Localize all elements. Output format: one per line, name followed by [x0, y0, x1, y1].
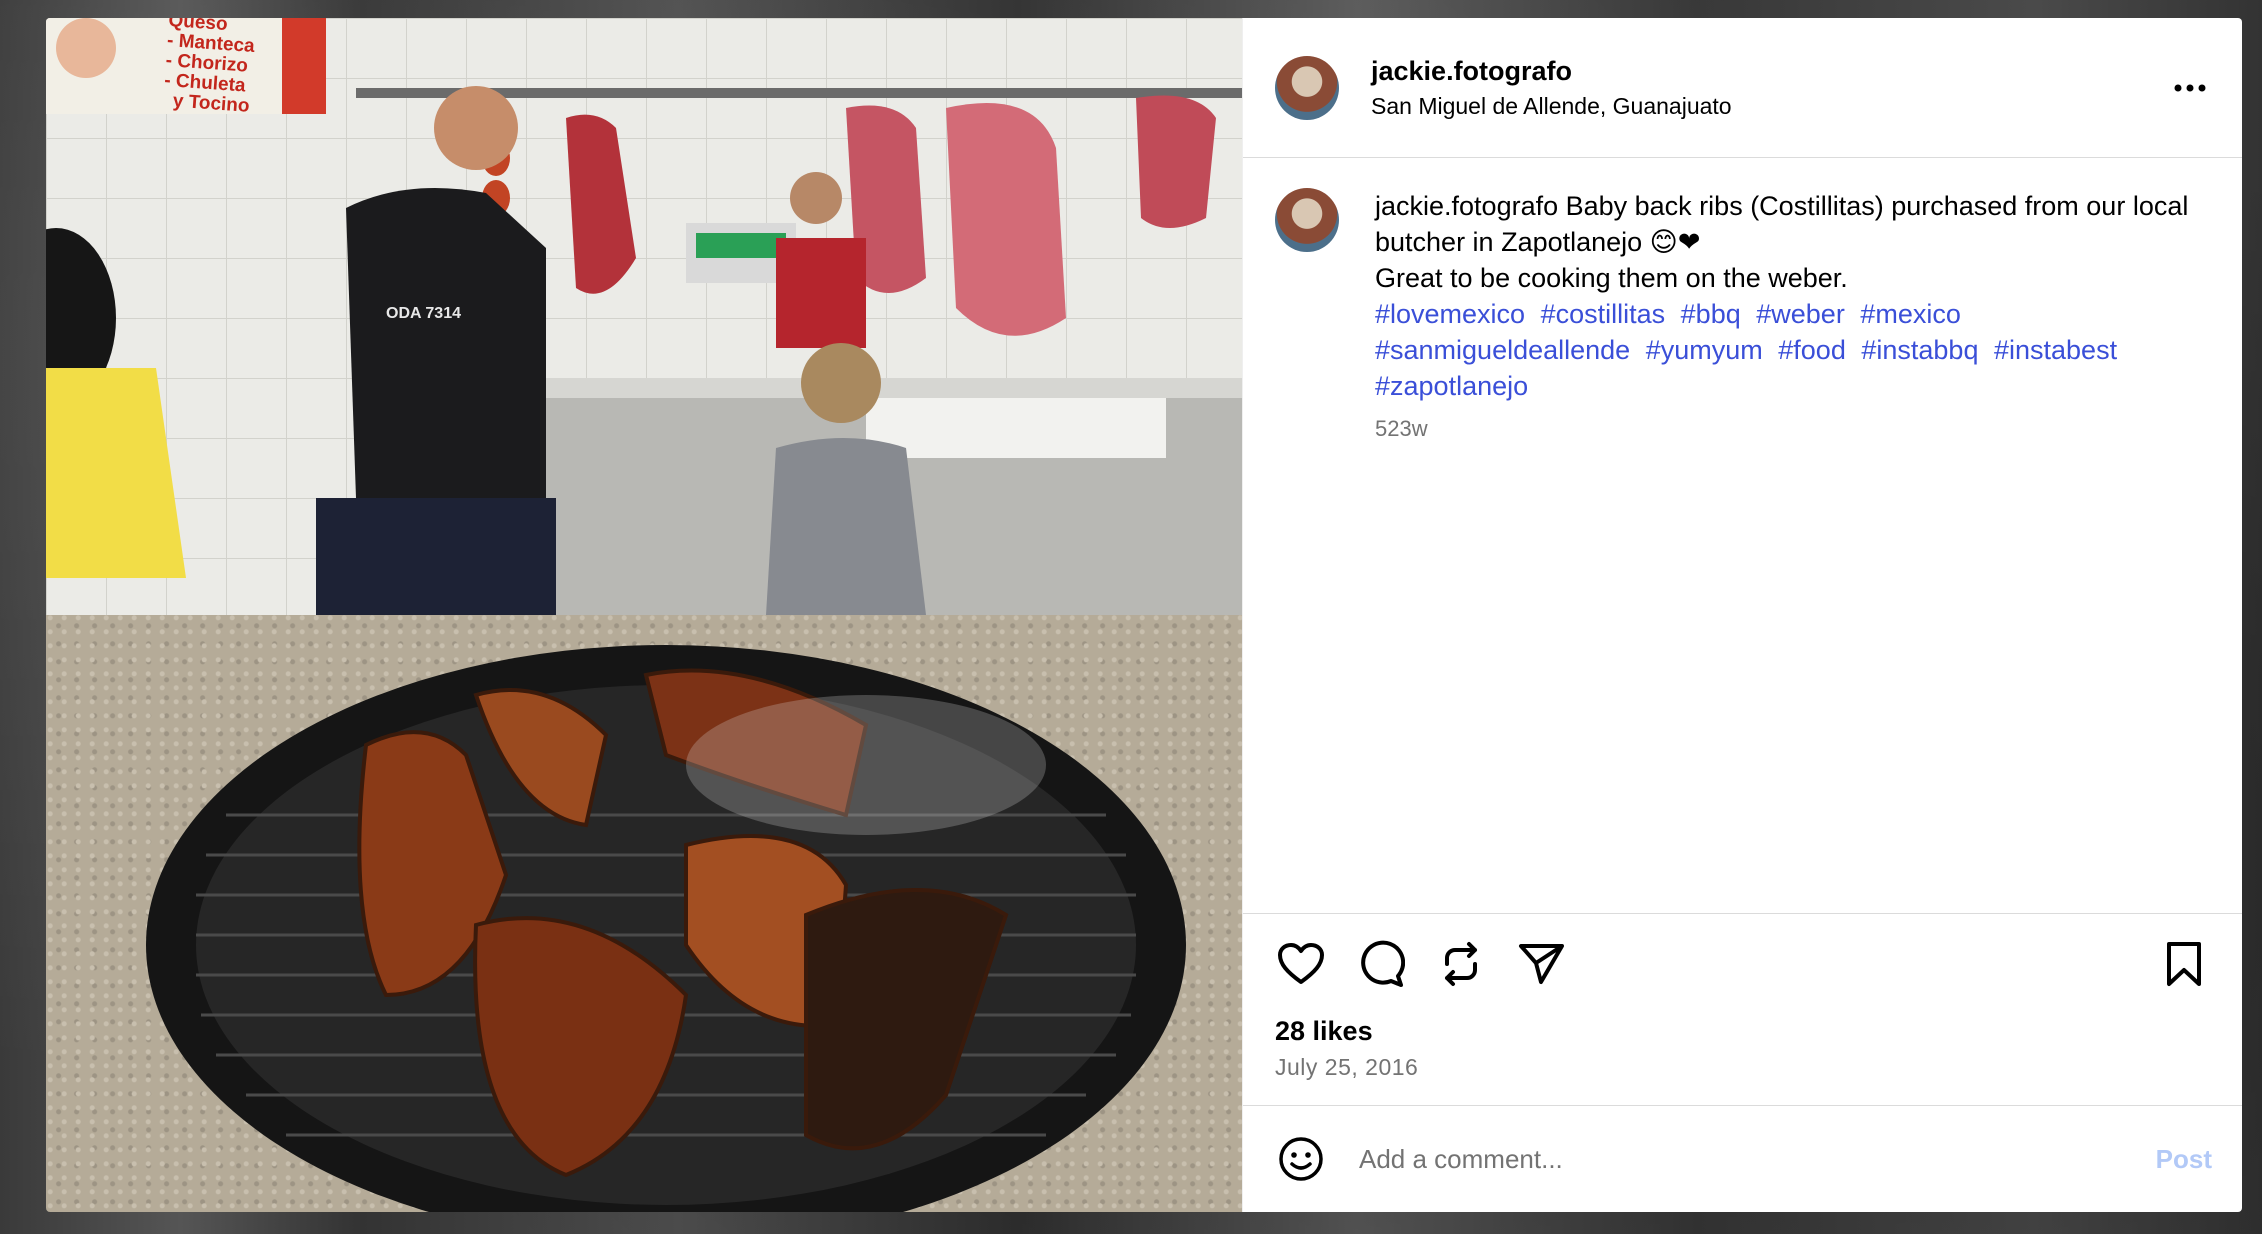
- repost-icon: [1445, 941, 1477, 986]
- share-button[interactable]: [1513, 936, 1569, 992]
- butcher-shop-photo: Queso - Manteca - Chorizo - Chuleta y To…: [46, 18, 1242, 615]
- hashtag-list: #lovemexico #costillitas #bbq #weber #me…: [1375, 296, 2212, 404]
- post-header: jackie.fotografo San Miguel de Allende, …: [1243, 18, 2242, 158]
- post-age[interactable]: 523w: [1375, 416, 2212, 442]
- caption-body: jackie.fotografo Baby back ribs (Costill…: [1375, 188, 2212, 913]
- save-button[interactable]: [2156, 936, 2212, 992]
- hashtag-link[interactable]: #mexico: [1860, 299, 1961, 329]
- comment-bar: Post: [1243, 1105, 2242, 1212]
- emoji-button[interactable]: [1273, 1131, 1329, 1187]
- action-bar: [1243, 913, 2242, 1013]
- hashtag-link[interactable]: #weber: [1756, 299, 1845, 329]
- post-modal: Queso - Manteca - Chorizo - Chuleta y To…: [46, 18, 2242, 1212]
- heart-icon: [1278, 942, 1324, 984]
- repost-button[interactable]: [1433, 936, 1489, 992]
- hashtag-link[interactable]: #bbq: [1681, 299, 1741, 329]
- post-comment-button[interactable]: Post: [2156, 1144, 2212, 1175]
- caption-area: jackie.fotografo Baby back ribs (Costill…: [1243, 158, 2242, 913]
- comment-button[interactable]: [1353, 936, 1409, 992]
- hashtag-link[interactable]: #lovemexico: [1375, 299, 1525, 329]
- likes-block: 28 likes July 25, 2016: [1243, 1013, 2242, 1105]
- hashtag-link[interactable]: #costillitas: [1541, 299, 1666, 329]
- hashtag-link[interactable]: #instabbq: [1861, 335, 1978, 365]
- caption-avatar[interactable]: [1275, 188, 1339, 252]
- shirt-text: ODA 7314: [386, 305, 461, 322]
- avatar[interactable]: [1275, 55, 1339, 120]
- hashtag-link[interactable]: #instabest: [1994, 335, 2117, 365]
- header-text: jackie.fotografo San Miguel de Allende, …: [1371, 53, 2168, 123]
- more-icon: [2174, 84, 2206, 91]
- bookmark-icon: [2167, 941, 2201, 986]
- emoji-icon: [1279, 1137, 1323, 1181]
- grill-photo: [46, 615, 1242, 1212]
- likes-count[interactable]: 28 likes: [1275, 1013, 2210, 1049]
- author-username[interactable]: jackie.fotografo: [1371, 53, 2168, 89]
- post-media[interactable]: Queso - Manteca - Chorizo - Chuleta y To…: [46, 18, 1242, 1212]
- post-sidebar: jackie.fotografo San Miguel de Allende, …: [1242, 18, 2242, 1212]
- post-date: July 25, 2016: [1275, 1054, 1419, 1080]
- caption-text: jackie.fotografo Baby back ribs (Costill…: [1375, 191, 2196, 257]
- more-options-button[interactable]: [2168, 66, 2212, 110]
- post-location[interactable]: San Miguel de Allende, Guanajuato: [1371, 89, 2168, 123]
- hashtag-link[interactable]: #food: [1778, 335, 1846, 365]
- hashtag-link[interactable]: #sanmigueldeallende: [1375, 335, 1630, 365]
- hashtag-link[interactable]: #yumyum: [1646, 335, 1763, 365]
- comment-input[interactable]: [1359, 1143, 2156, 1175]
- comment-icon: [1361, 940, 1405, 987]
- caption-text-line2: Great to be cooking them on the weber.: [1375, 263, 1848, 293]
- hashtag-link[interactable]: #zapotlanejo: [1375, 371, 1528, 401]
- like-button[interactable]: [1273, 936, 1329, 992]
- share-icon: [1519, 943, 1564, 984]
